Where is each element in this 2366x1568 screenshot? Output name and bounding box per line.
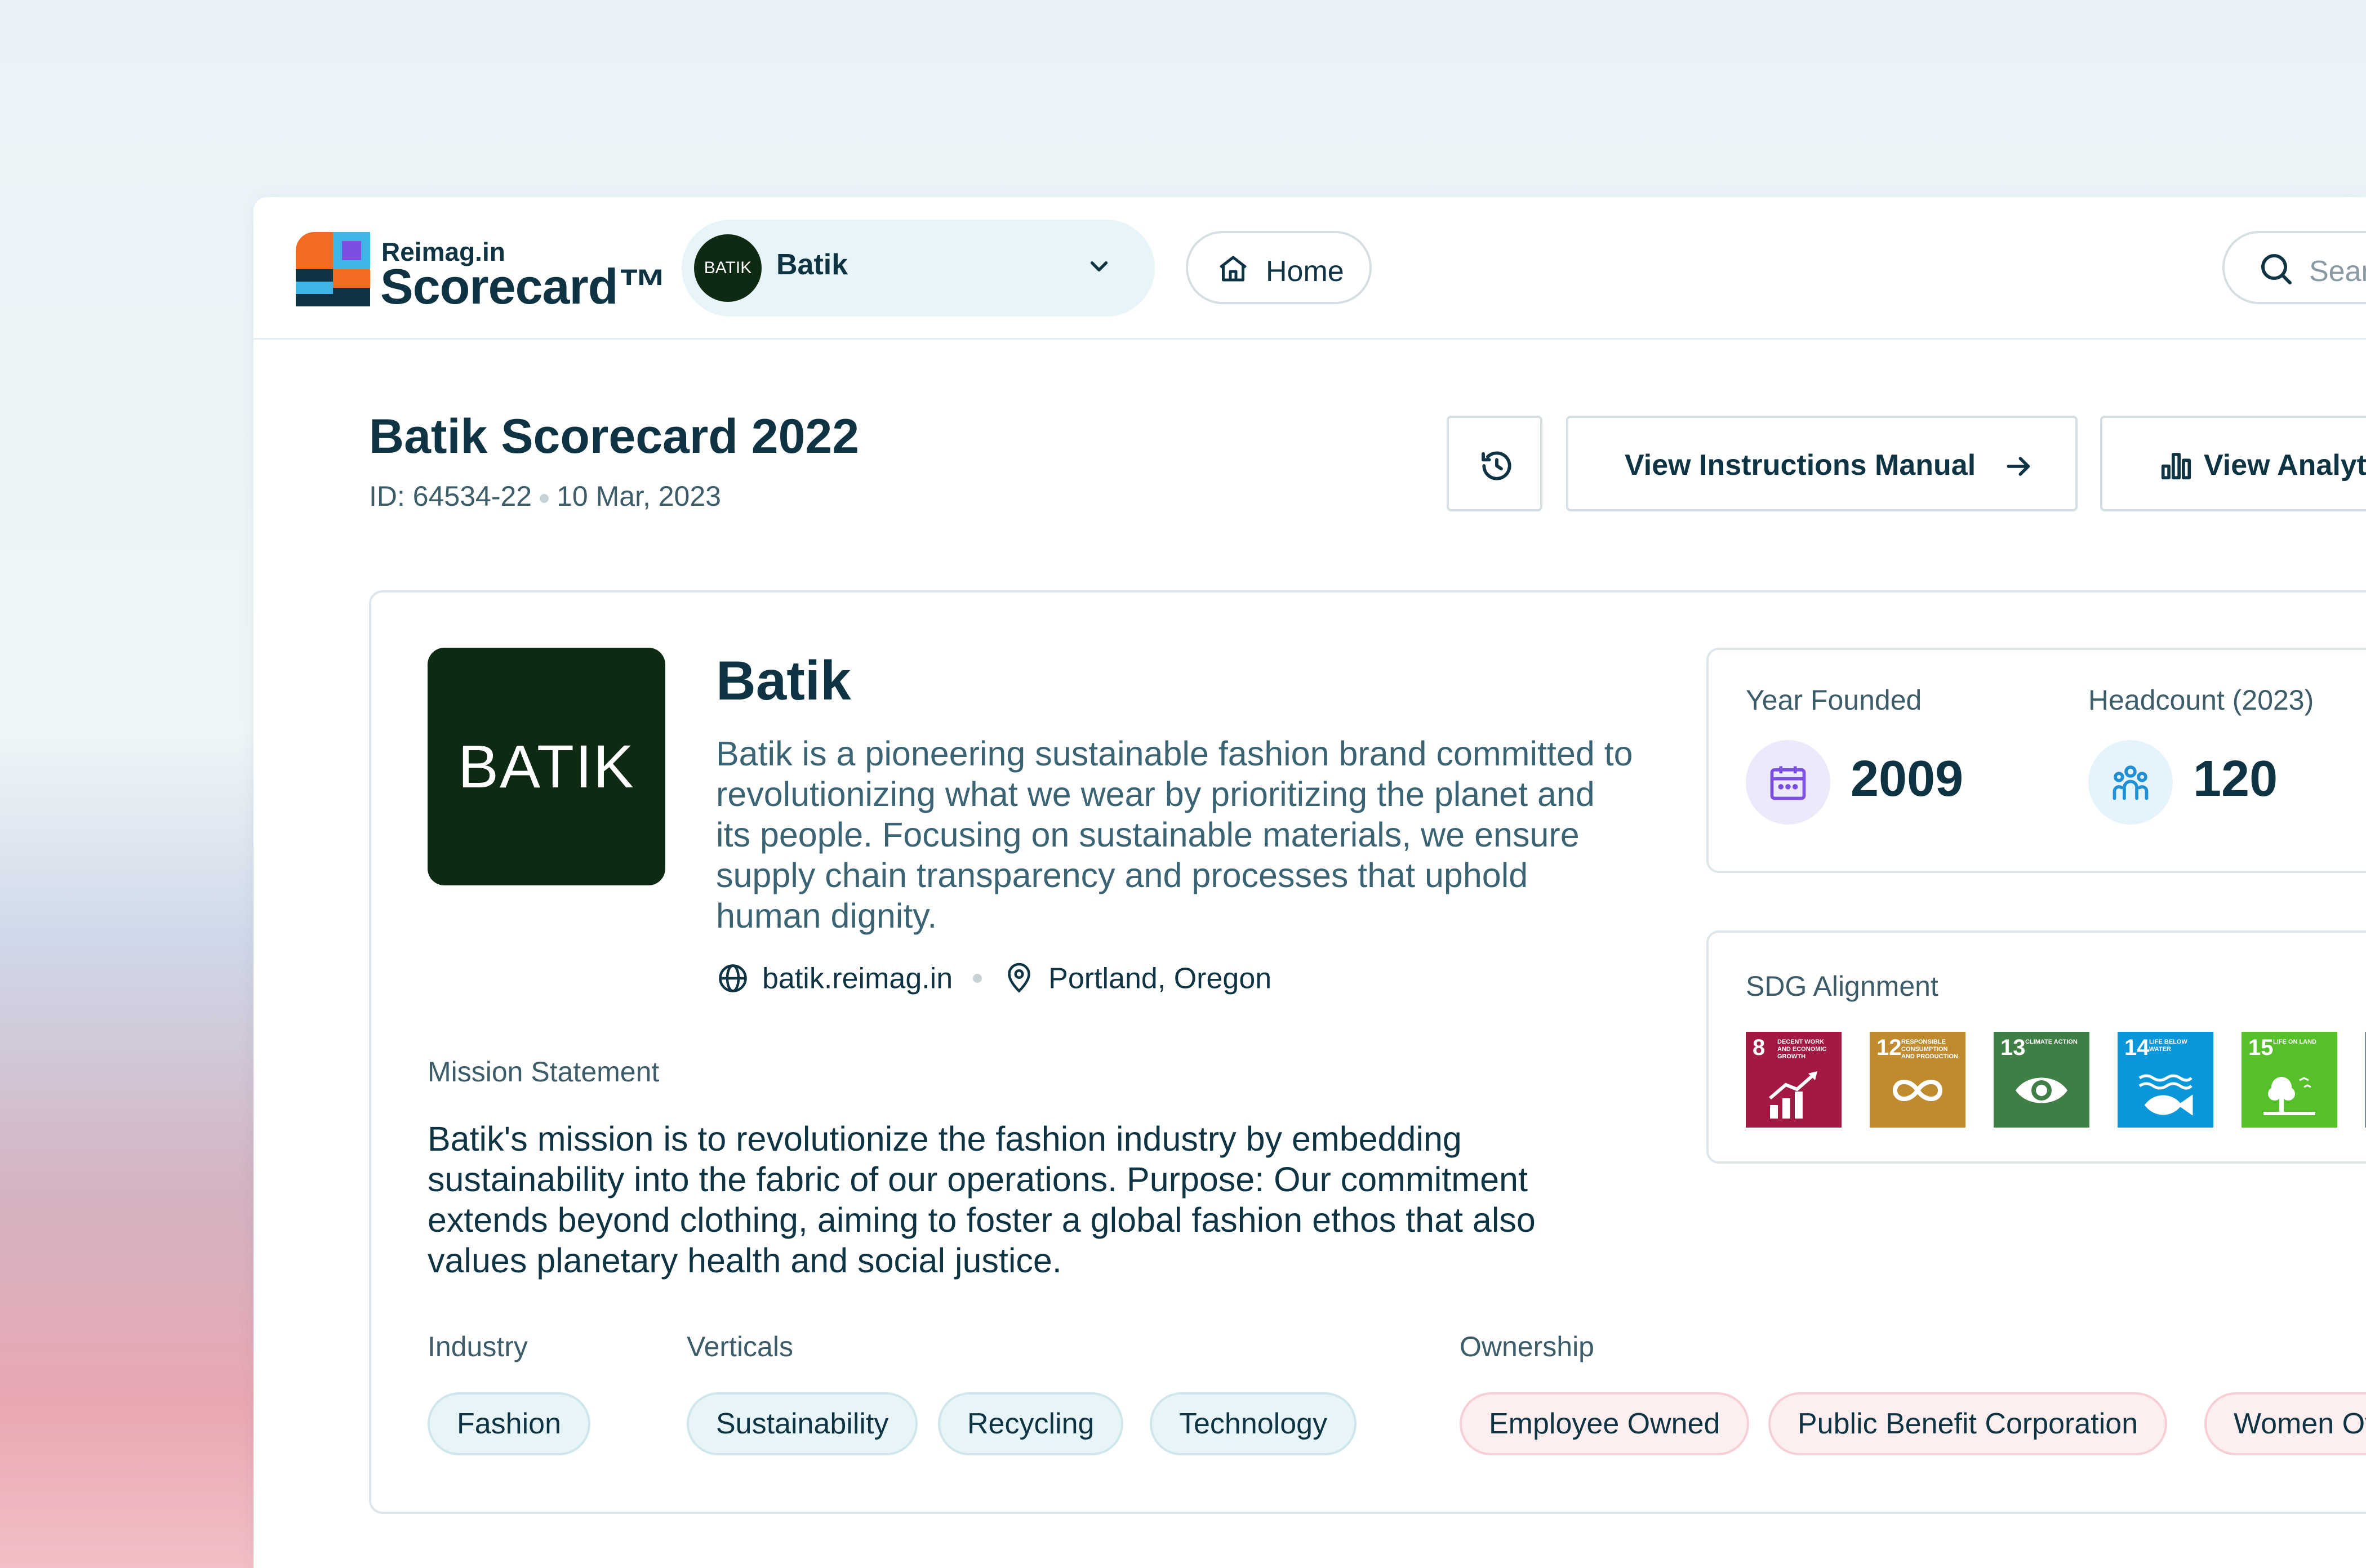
- vertical-chip[interactable]: Technology: [1150, 1392, 1357, 1455]
- scorecard-logo[interactable]: Reimag.in Scorecard™: [296, 232, 667, 314]
- company-profile-card: BATIK Batik Batik is a pioneering sustai…: [369, 590, 2366, 1514]
- sdg-number: 15: [2248, 1035, 2274, 1060]
- eye-globe-icon: [2016, 1077, 2067, 1103]
- people-icon: [2112, 765, 2149, 800]
- manual-label: View Instructions Manual: [1625, 449, 1976, 482]
- tree-icon: [2263, 1077, 2315, 1115]
- calendar-icon: [1770, 766, 1806, 800]
- sdg-number: 13: [2000, 1035, 2026, 1060]
- sdg-title: Decent work and economic growth: [1777, 1039, 1827, 1060]
- people-icon-circle: [2088, 740, 2173, 825]
- company-description: Batik is a pioneering sustainable fashio…: [716, 734, 1633, 935]
- top-bar: Reimag.in Scorecard™ BATIK Batik Home Se…: [254, 197, 2366, 340]
- sdg-goal-12-badge[interactable]: 12 Responsible consumption and productio…: [1870, 1032, 1965, 1128]
- sdg-number: 14: [2124, 1035, 2150, 1060]
- home-icon: [1219, 256, 1247, 282]
- company-website-link[interactable]: batik.reimag.in: [762, 962, 953, 995]
- company-name: Batik: [716, 649, 851, 711]
- search-placeholder: Sear: [2309, 255, 2366, 288]
- bar-chart-icon: [2161, 453, 2191, 480]
- search-input[interactable]: Sear: [2222, 231, 2366, 304]
- mission-statement-text: Batik's mission is to revolutionize the …: [428, 1120, 1536, 1280]
- verticals-label: Verticals: [687, 1331, 793, 1362]
- scorecard-meta: ID: 64534-22 10 Mar, 2023: [369, 480, 721, 513]
- sdg-goal-8-badge[interactable]: 8 Decent work and economic growth: [1746, 1032, 1842, 1128]
- search-icon: [2261, 254, 2292, 284]
- chevron-down-icon: [1090, 261, 1108, 271]
- company-location: Portland, Oregon: [1048, 962, 1272, 995]
- company-logo: BATIK: [428, 648, 665, 885]
- vertical-chip[interactable]: Sustainability: [687, 1392, 918, 1455]
- globe-icon: [719, 964, 747, 993]
- sdg-alignment-card: SDG Alignment 8 Decent work and economic…: [1706, 930, 2366, 1164]
- sdg-number: 12: [1876, 1035, 1902, 1060]
- mission-statement-label: Mission Statement: [428, 1056, 660, 1088]
- sdg-goal-15-badge[interactable]: 15 Life on land: [2242, 1032, 2337, 1128]
- sdg-title: Life on land: [2273, 1039, 2316, 1045]
- view-instructions-manual-button[interactable]: View Instructions Manual: [1566, 416, 2078, 511]
- history-button[interactable]: [1447, 416, 1542, 511]
- industry-label: Industry: [428, 1331, 528, 1362]
- headcount-stat: Headcount (2023) 120: [2088, 684, 2314, 825]
- company-select-name: Batik: [776, 248, 848, 281]
- ownership-chip[interactable]: Public Benefit Corporation: [1768, 1392, 2168, 1455]
- arrow-right-icon: [2007, 457, 2030, 476]
- home-button[interactable]: Home: [1186, 231, 1372, 304]
- sdg-number: 8: [1753, 1035, 1765, 1060]
- year-founded-value: 2009: [1851, 751, 1964, 807]
- separator-dot: [540, 493, 549, 503]
- headcount-value: 120: [2193, 751, 2278, 807]
- company-selector[interactable]: BATIK Batik: [682, 220, 1155, 317]
- company-stats-card: Year Founded 2009 Headcount (2023) 120: [1706, 648, 2366, 873]
- ownership-label: Ownership: [1460, 1331, 1594, 1362]
- app-window: Reimag.in Scorecard™ BATIK Batik Home Se…: [254, 197, 2366, 1568]
- view-analytics-button[interactable]: View Analyt: [2100, 416, 2366, 511]
- home-label: Home: [1266, 255, 1344, 288]
- growth-chart-icon: [1769, 1071, 1817, 1119]
- company-links: batik.reimag.in Portland, Oregon: [716, 960, 1271, 995]
- page-title: Batik Scorecard 2022: [369, 409, 860, 464]
- infinity-icon: [1892, 1080, 1943, 1101]
- sdg-goal-14-badge[interactable]: 14 Life below water: [2118, 1032, 2213, 1128]
- sdg-title: Responsible consumption and production: [1901, 1039, 1958, 1060]
- separator-dot: [973, 974, 982, 983]
- industry-chip[interactable]: Fashion: [428, 1392, 590, 1455]
- sdg-goal-13-badge[interactable]: 13 Climate action: [1994, 1032, 2089, 1128]
- sdg-title: Climate action: [2025, 1039, 2078, 1045]
- ownership-chip[interactable]: Women Ov: [2204, 1392, 2366, 1455]
- history-icon: [1482, 451, 1511, 480]
- brand-big: Scorecard™: [380, 259, 667, 314]
- calendar-icon-circle: [1746, 740, 1830, 825]
- sdg-title: Life below water: [2149, 1039, 2187, 1053]
- analytics-label: View Analyt: [2204, 449, 2366, 482]
- fish-icon: [2138, 1074, 2193, 1116]
- company-avatar: BATIK: [694, 234, 762, 302]
- year-founded-stat: Year Founded 2009: [1746, 684, 1963, 825]
- ownership-chip[interactable]: Employee Owned: [1460, 1392, 1750, 1455]
- location-pin-icon: [1008, 963, 1030, 993]
- year-founded-label: Year Founded: [1746, 684, 1922, 716]
- background-gradient: [0, 732, 259, 1568]
- scorecard-id: ID: 64534-22: [369, 480, 532, 512]
- logo-mark-icon: [296, 232, 370, 306]
- sdg-alignment-label: SDG Alignment: [1746, 970, 1938, 1002]
- scorecard-date: 10 Mar, 2023: [557, 480, 721, 512]
- headcount-label: Headcount (2023): [2088, 684, 2314, 716]
- vertical-chip[interactable]: Recycling: [938, 1392, 1124, 1455]
